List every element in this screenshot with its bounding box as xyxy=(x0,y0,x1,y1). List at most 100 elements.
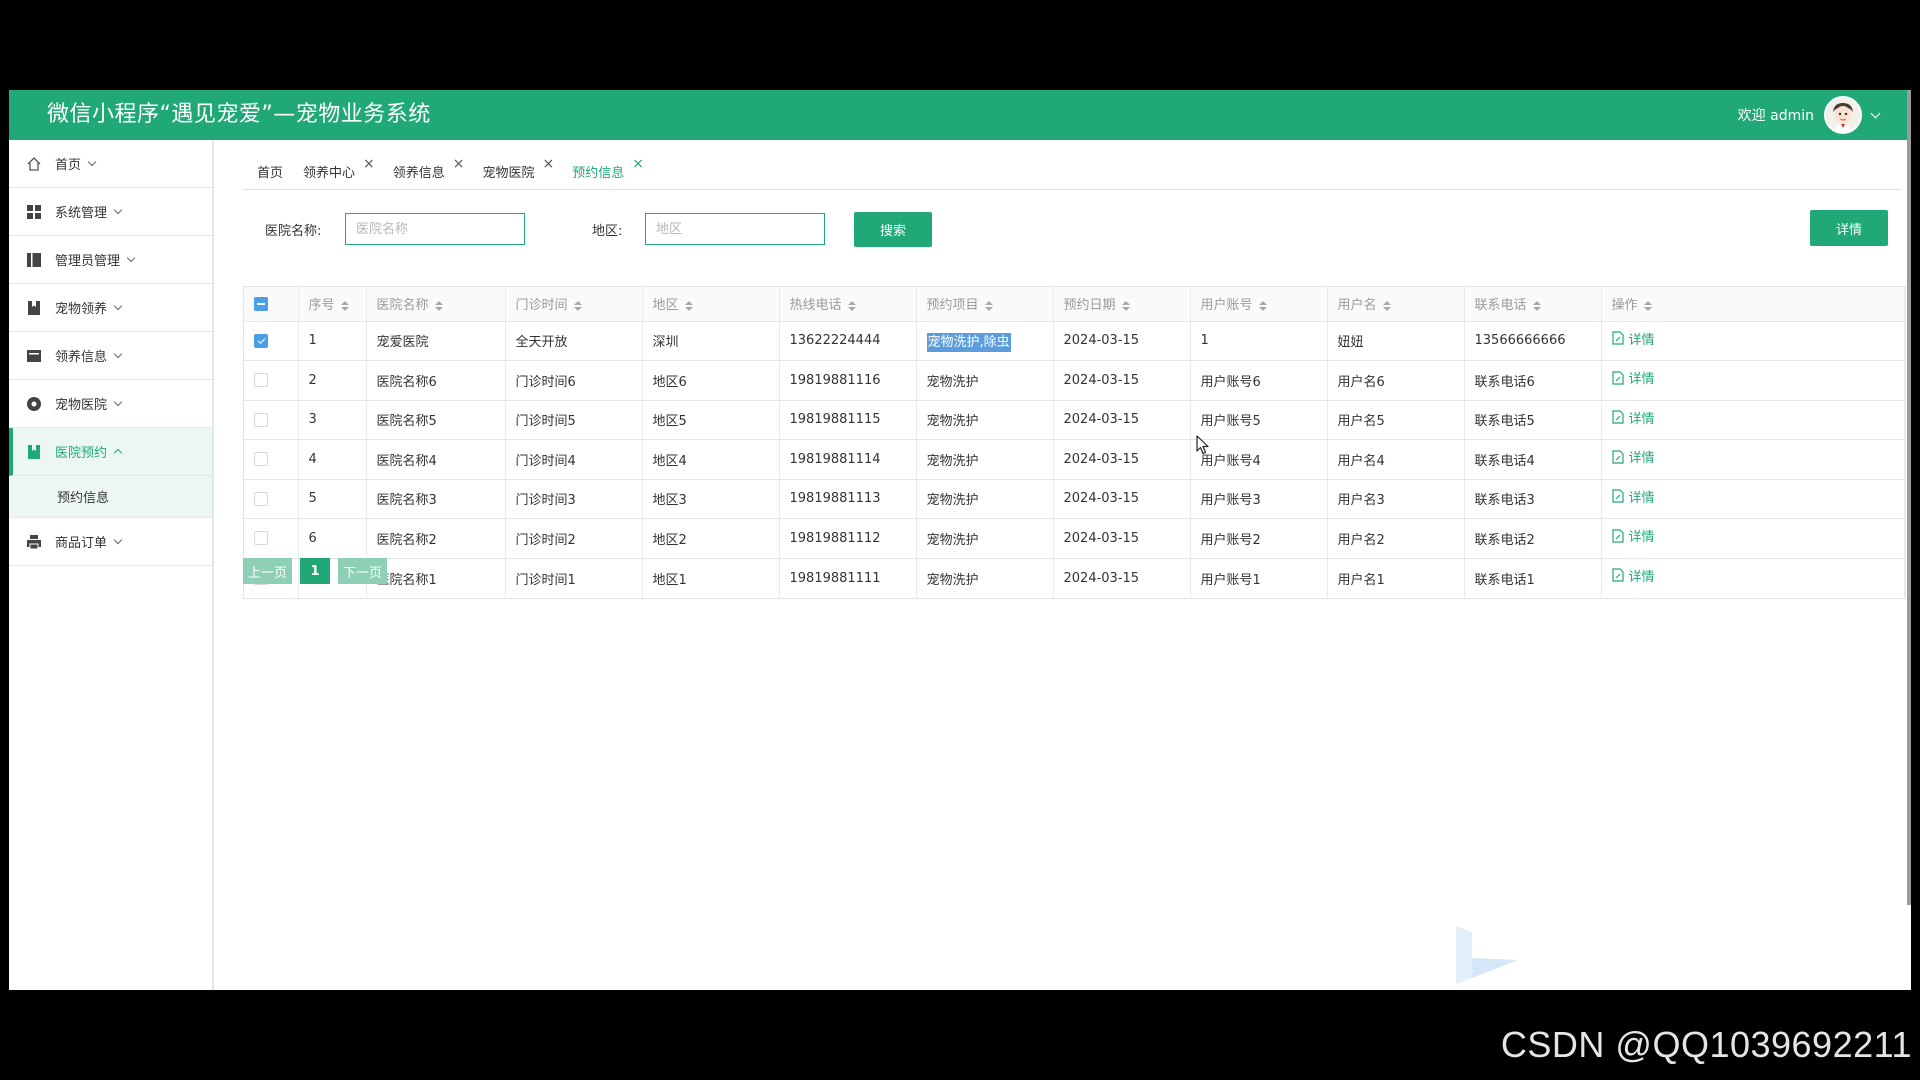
close-icon[interactable]: × xyxy=(632,157,644,171)
row-select-cell[interactable] xyxy=(244,518,299,559)
header-cell[interactable]: 用户名 xyxy=(1327,287,1465,322)
header-cell[interactable]: 地区 xyxy=(642,287,780,322)
header-cell[interactable]: 用户账号 xyxy=(1190,287,1328,322)
table-row[interactable]: 7医院名称1门诊时间1地区119819881111宠物洗护2024-03-15用… xyxy=(244,558,1905,598)
page-scrollbar[interactable] xyxy=(1907,90,1911,905)
sidebar-subitem-booking-info[interactable]: 预约信息 xyxy=(9,476,212,518)
row-detail-link[interactable]: 详情 xyxy=(1611,408,1655,427)
sidebar-item-pet-hospital[interactable]: 宠物医院 xyxy=(9,380,212,428)
header-cell[interactable]: 预约日期 xyxy=(1053,287,1191,322)
sort-icon[interactable] xyxy=(1643,300,1652,311)
sort-icon[interactable] xyxy=(1121,300,1130,311)
tab-booking-info[interactable]: 预约信息 × xyxy=(572,157,644,181)
cell-text: 19819881111 xyxy=(789,570,881,586)
header-cell[interactable]: 热线电话 xyxy=(779,287,917,322)
sort-icon[interactable] xyxy=(1382,300,1391,311)
sidebar-item-home[interactable]: 首页 xyxy=(9,140,212,188)
header-cell[interactable]: 序号 xyxy=(298,287,367,322)
sort-icon[interactable] xyxy=(984,300,993,311)
close-icon[interactable]: × xyxy=(453,157,465,171)
table-cell-hospital: 医院名称5 xyxy=(366,400,506,440)
row-detail-link[interactable]: 详情 xyxy=(1611,526,1655,545)
row-checkbox[interactable] xyxy=(254,373,268,388)
sidebar-item-system[interactable]: 系统管理 xyxy=(9,188,212,236)
header-cell[interactable]: 医院名称 xyxy=(366,287,506,322)
close-icon[interactable]: × xyxy=(363,157,375,171)
user-menu[interactable]: 欢迎 admin xyxy=(1738,94,1881,136)
table-cell-item: 宠物洗护 xyxy=(916,360,1054,401)
cell-text: 用户账号1 xyxy=(1200,572,1261,588)
current-page-button[interactable]: 1 xyxy=(300,558,330,584)
table-row[interactable]: 2 医院名称6 门诊时间6 地区6 19819881116 宠物洗护 2024-03-15 用… xyxy=(244,360,1905,401)
cell-text: 宠物洗护 xyxy=(926,493,979,509)
row-detail-link[interactable]: 详情 xyxy=(1611,329,1655,348)
sort-icon[interactable] xyxy=(1532,300,1541,311)
header-cell[interactable]: 操作 xyxy=(1601,287,1905,322)
sidebar-item-product-orders[interactable]: 商品订单 xyxy=(9,518,212,566)
table-cell-area: 地区4 xyxy=(642,439,780,480)
avatar[interactable] xyxy=(1824,96,1862,134)
sort-icon[interactable] xyxy=(684,300,693,311)
table-cell-hospital: 医院名称2 xyxy=(366,518,506,559)
hospital-name-input[interactable] xyxy=(345,213,525,245)
sort-icon[interactable] xyxy=(847,300,856,311)
table-cell-username: 妞妞 xyxy=(1327,321,1465,361)
row-detail-link[interactable]: 详情 xyxy=(1611,487,1655,506)
cell-text: 2024-03-15 xyxy=(1063,451,1140,467)
row-checkbox[interactable] xyxy=(254,333,268,348)
table-row[interactable]: 3 医院名称5 门诊时间5 地区5 19819881115 宠物洗护 2024-03-15 用… xyxy=(244,400,1905,440)
chevron-down-icon xyxy=(113,205,123,214)
header-cell[interactable]: 联系电话 xyxy=(1464,287,1602,322)
chevron-down-icon[interactable] xyxy=(1870,108,1881,118)
tab-adoption-center[interactable]: 领养中心 × xyxy=(303,157,375,181)
cell-text: 联系电话5 xyxy=(1474,414,1535,430)
table-cell-hours: 门诊时间3 xyxy=(505,479,643,519)
sidebar-item-admin[interactable]: 管理员管理 xyxy=(9,236,212,284)
area-input[interactable] xyxy=(645,213,825,245)
sort-icon[interactable] xyxy=(340,300,349,311)
next-page-button[interactable]: 下一页 xyxy=(338,558,387,584)
sidebar-item-hospital-booking[interactable]: 医院预约 xyxy=(9,428,212,476)
cell-text: 19819881114 xyxy=(789,451,881,467)
cell-text: 医院名称3 xyxy=(376,493,437,509)
row-select-cell[interactable] xyxy=(244,321,299,361)
row-checkbox[interactable] xyxy=(254,452,268,467)
tab-adoption-info[interactable]: 领养信息 × xyxy=(393,157,465,181)
row-detail-link[interactable]: 详情 xyxy=(1611,368,1655,387)
table-cell-date: 2024-03-15 xyxy=(1053,479,1191,519)
tab-home[interactable]: 首页 xyxy=(257,158,283,181)
cell-text: 宠物洗护 xyxy=(926,374,979,390)
grid-icon xyxy=(25,203,43,221)
row-checkbox[interactable] xyxy=(254,491,268,506)
row-checkbox[interactable] xyxy=(254,412,268,427)
sidebar-item-adoption-info[interactable]: 领养信息 xyxy=(9,332,212,380)
sort-icon[interactable] xyxy=(434,300,443,311)
sidebar-item-pet-adoption[interactable]: 宠物领养 xyxy=(9,284,212,332)
table-row[interactable]: 6 医院名称2 门诊时间2 地区2 19819881112 宠物洗护 2024-03-15 用… xyxy=(244,518,1905,559)
tab-pet-hospital[interactable]: 宠物医院 × xyxy=(483,157,555,181)
row-select-cell[interactable] xyxy=(244,479,299,519)
table-row[interactable]: 1 宠爱医院 全天开放 深圳 13622224444 宠物洗护,除虫 2024-03-15 1… xyxy=(244,321,1905,361)
cell-text: 19819881112 xyxy=(789,530,881,546)
table-cell-username: 用户名2 xyxy=(1327,518,1465,559)
header-cell[interactable]: 预约项目 xyxy=(916,287,1054,322)
sort-icon[interactable] xyxy=(573,300,582,311)
row-select-cell[interactable] xyxy=(244,360,299,401)
select-all-checkbox[interactable] xyxy=(254,296,268,311)
row-checkbox[interactable] xyxy=(254,531,268,546)
header-select-all[interactable] xyxy=(244,287,299,322)
sort-icon[interactable] xyxy=(1258,300,1267,311)
document-edit-icon xyxy=(1611,410,1624,424)
table-row[interactable]: 4 医院名称4 门诊时间4 地区4 19819881114 宠物洗护 2024-03-15 用… xyxy=(244,439,1905,480)
row-detail-link[interactable]: 详情 xyxy=(1611,447,1655,466)
document-edit-icon xyxy=(1611,489,1624,503)
table-row[interactable]: 5 医院名称3 门诊时间3 地区3 19819881113 宠物洗护 2024-03-15 用… xyxy=(244,479,1905,519)
detail-button[interactable]: 详情 xyxy=(1810,210,1888,246)
prev-page-button[interactable]: 上一页 xyxy=(243,558,292,584)
search-button[interactable]: 搜索 xyxy=(854,212,932,247)
row-select-cell[interactable] xyxy=(244,439,299,480)
header-cell[interactable]: 门诊时间 xyxy=(505,287,643,322)
row-select-cell[interactable] xyxy=(244,400,299,440)
close-icon[interactable]: × xyxy=(543,157,555,171)
row-detail-link[interactable]: 详情 xyxy=(1611,566,1655,585)
